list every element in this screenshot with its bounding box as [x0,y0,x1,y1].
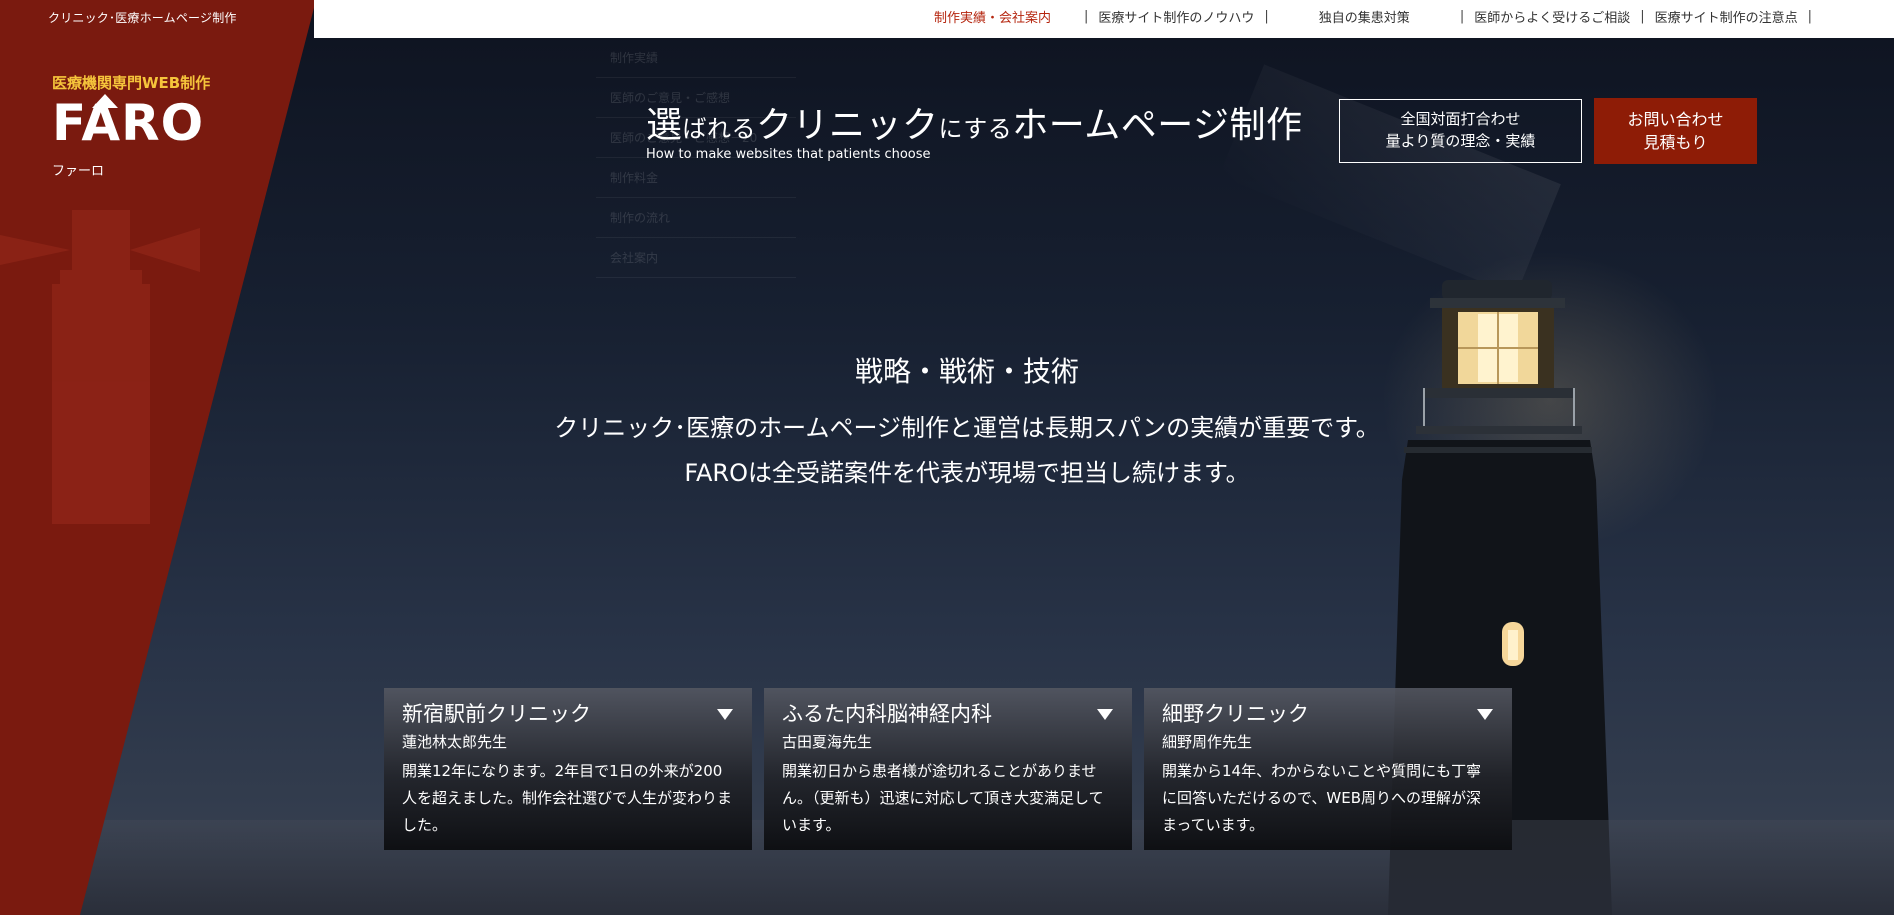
triangle-down-icon[interactable] [1097,709,1113,721]
testimonial-cards: 新宿駅前クリニック 蓮池林太郎先生 開業12年になります。2年目で1日の外来が2… [384,688,1512,850]
dropdown-item[interactable]: 会社案内 [596,238,796,278]
brand-logo[interactable]: FARO [52,98,204,148]
testimonial-card[interactable]: 新宿駅前クリニック 蓮池林太郎先生 開業12年になります。2年目で1日の外来が2… [384,688,752,850]
cta-line: 全国対面打合わせ [1400,110,1521,129]
nav-separator: | [1264,9,1269,24]
nav-separator: | [1807,9,1813,24]
brand-tagline: クリニック･医療ホームページ制作 [48,11,237,25]
nav-item-knowhow[interactable]: 医療サイト制作のノウハウ [1098,7,1254,26]
headline-english: How to make websites that patients choos… [646,147,931,162]
clinic-name: ふるた内科脳神経内科 [782,702,992,726]
dropdown-item[interactable]: 制作の流れ [596,198,796,238]
brand-kana: ファーロ [52,164,105,179]
message-line: クリニック･医療のホームページ制作と運営は長期スパンの実績が重要です。 [554,414,1380,442]
nav-item-consultation[interactable]: 医師からよく受けるご相談 [1474,7,1630,26]
top-nav-bar: 制作実績・会社案内 | 医療サイト制作のノウハウ | 独自の集患対策 | 医師か… [314,0,1894,38]
doctor-name: 古田夏海先生 [782,733,873,751]
cta-line: お問い合わせ [1627,109,1724,129]
meeting-philosophy-button[interactable]: 全国対面打合わせ 量より質の理念・実績 [1339,99,1582,163]
contact-estimate-button[interactable]: お問い合わせ 見積もり [1594,98,1757,164]
nav-item-marketing[interactable]: 独自の集患対策 [1319,7,1410,26]
testimonial-text: 開業から14年、わからないことや質問にも丁寧に回答いただけるので、WEB周りへの… [1162,762,1482,834]
nav-item-cautions[interactable]: 医療サイト制作の注意点 [1655,7,1798,26]
nav-separator: | [1084,9,1089,24]
clinic-name: 細野クリニック [1162,702,1309,726]
cta-line: 見積もり [1643,133,1708,152]
doctor-name: 細野周作先生 [1162,733,1253,751]
nav-item-works[interactable]: 制作実績・会社案内 [934,7,1074,26]
brand-subtitle: 医療機関専門WEB制作 [52,74,211,92]
nav-separator: | [1459,9,1465,24]
testimonial-text: 開業12年になります。2年目で1日の外来が200人を超えました。制作会社選びで人… [402,762,733,834]
cta-line: 量より質の理念・実績 [1385,132,1536,150]
nav-separator: | [1640,9,1645,24]
testimonial-card[interactable]: ふるた内科脳神経内科 古田夏海先生 開業初日から患者様が途切れることがありません… [764,688,1132,850]
clinic-name: 新宿駅前クリニック [402,702,591,726]
main-nav: 制作実績・会社案内 | 医療サイト制作のノウハウ | 独自の集患対策 | 医師か… [934,0,1822,33]
hero-message: 戦略・戦術・技術 クリニック･医療のホームページ制作と運営は長期スパンの実績が重… [0,350,1894,488]
message-title: 戦略・戦術・技術 [854,355,1079,388]
doctor-name: 蓮池林太郎先生 [402,733,508,751]
message-line: FAROは全受諾案件を代表が現場で担当し続けます。 [684,459,1250,487]
testimonial-card[interactable]: 細野クリニック 細野周作先生 開業から14年、わからないことや質問にも丁寧に回答… [1144,688,1512,850]
page-headline: 選ばれるクリニックにするホームページ制作 [646,105,1303,146]
dropdown-item[interactable]: 制作料金 [596,158,796,198]
triangle-down-icon[interactable] [717,709,733,721]
triangle-down-icon[interactable] [1477,709,1493,721]
dropdown-item[interactable]: 制作実績 [596,38,796,78]
testimonial-text: 開業初日から患者様が途切れることがありません。（更新も）迅速に対応して頂き大変満… [782,762,1104,834]
